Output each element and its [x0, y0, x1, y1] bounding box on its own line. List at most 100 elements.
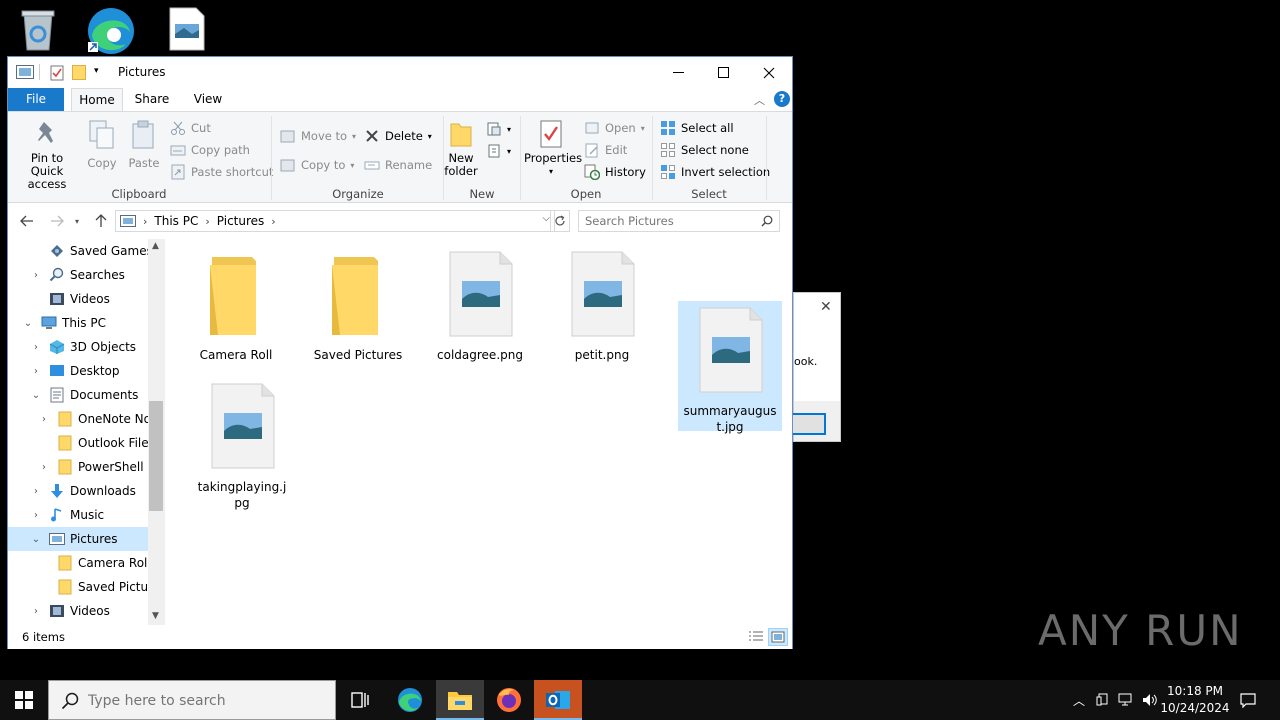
tab-share[interactable]: Share	[128, 88, 176, 111]
breadcrumb-separator-icon[interactable]: ›	[271, 215, 275, 228]
search-box[interactable]	[578, 210, 780, 232]
close-button[interactable]	[746, 57, 792, 88]
collapse-chevron-icon[interactable]: ⌄	[22, 318, 34, 329]
recycle-bin-icon[interactable]	[14, 6, 62, 54]
dialog-ok-button[interactable]	[790, 413, 826, 435]
nav-item-saved-pictures[interactable]: Saved Picture	[8, 575, 148, 599]
expand-chevron-icon[interactable]: ›	[30, 270, 42, 281]
copy-path-button[interactable]: Copy path	[170, 141, 250, 159]
collapse-ribbon-icon[interactable]: ︿	[754, 92, 765, 108]
customize-toolbar-icon[interactable]: ▾	[94, 66, 99, 76]
expand-chevron-icon[interactable]: ›	[38, 414, 50, 425]
paste-shortcut-button[interactable]: Paste shortcut	[170, 163, 273, 181]
recent-locations-icon[interactable]: ▾	[70, 211, 84, 231]
file-item-summaryaugust[interactable]: summaryaugust.jpg	[678, 301, 782, 434]
copy-to-button[interactable]: Copy to ▾	[280, 156, 354, 174]
new-item-button[interactable]: ▾	[486, 120, 511, 138]
breadcrumb-separator-icon[interactable]: ›	[143, 215, 147, 228]
notification-center-icon[interactable]	[1238, 690, 1258, 710]
nav-item-saved-games[interactable]: Saved Games	[8, 239, 148, 263]
image-file-desktop-icon[interactable]	[166, 6, 214, 54]
expand-chevron-icon[interactable]: ›	[30, 486, 42, 497]
expand-chevron-icon[interactable]: ›	[30, 342, 42, 353]
nav-item-this-pc[interactable]: ⌄ This PC	[8, 311, 148, 335]
expand-chevron-icon[interactable]: ›	[30, 606, 42, 617]
address-dropdown-icon[interactable]: ⌵	[542, 213, 550, 224]
easy-access-button[interactable]: ▾	[486, 142, 511, 160]
edit-button[interactable]: Edit	[584, 141, 627, 159]
taskbar-outlook-button[interactable]	[534, 680, 582, 720]
nav-item-onenote-notebooks[interactable]: › OneNote Not	[8, 407, 148, 431]
nav-item-powershell[interactable]: › PowerShell	[8, 455, 148, 479]
back-button[interactable]	[16, 211, 38, 231]
up-button[interactable]	[90, 211, 112, 231]
system-clock[interactable]: 10:18 PM 10/24/2024	[1158, 683, 1232, 717]
invert-selection-button[interactable]: Invert selection	[660, 163, 770, 181]
cut-button[interactable]: Cut	[170, 119, 211, 137]
dialog-close-icon[interactable]: ✕	[820, 299, 832, 315]
open-button[interactable]: Open ▾	[584, 119, 645, 137]
nav-item-3d-objects[interactable]: › 3D Objects	[8, 335, 148, 359]
device-icon[interactable]	[1093, 690, 1113, 710]
new-folder-button[interactable]: New folder	[444, 120, 478, 178]
nav-item-videos-2[interactable]: › Videos	[8, 599, 148, 623]
nav-scrollbar[interactable]: ▲ ▼	[148, 239, 165, 625]
delete-button[interactable]: Delete ▾	[364, 127, 432, 145]
volume-icon[interactable]	[1140, 690, 1160, 710]
taskbar-edge-button[interactable]	[386, 680, 434, 720]
tab-file[interactable]: File	[8, 88, 64, 111]
new-folder-quick-icon[interactable]	[72, 65, 86, 80]
collapse-chevron-icon[interactable]: ⌄	[30, 390, 42, 401]
nav-item-music[interactable]: › Music	[8, 503, 148, 527]
pin-to-quick-access-button[interactable]: Pin to Quick access	[14, 120, 80, 191]
taskbar-search-input[interactable]	[88, 692, 318, 710]
nav-item-downloads[interactable]: › Downloads	[8, 479, 148, 503]
start-button[interactable]	[0, 680, 48, 720]
move-to-button[interactable]: Move to ▾	[280, 127, 356, 145]
scroll-down-icon[interactable]: ▼	[152, 611, 159, 621]
history-button[interactable]: History	[584, 163, 646, 181]
large-icons-view-button[interactable]	[768, 628, 788, 646]
file-item-saved-pictures[interactable]: Saved Pictures	[306, 245, 410, 363]
scroll-up-icon[interactable]: ▲	[152, 241, 159, 251]
expand-chevron-icon[interactable]: ›	[30, 366, 42, 377]
breadcrumb-pictures[interactable]: Pictures	[217, 214, 265, 228]
expand-chevron-icon[interactable]: ›	[38, 462, 50, 473]
nav-item-desktop[interactable]: › Desktop	[8, 359, 148, 383]
collapse-chevron-icon[interactable]: ⌄	[30, 534, 42, 545]
network-icon[interactable]	[1116, 690, 1136, 710]
nav-item-outlook-files[interactable]: Outlook Files	[8, 431, 148, 455]
breadcrumb-separator-icon[interactable]: ›	[205, 215, 209, 228]
select-all-button[interactable]: Select all	[660, 119, 734, 137]
nav-item-searches[interactable]: › Searches	[8, 263, 148, 287]
expand-chevron-icon[interactable]: ›	[30, 510, 42, 521]
search-input[interactable]	[585, 213, 755, 229]
edge-shortcut-icon[interactable]	[86, 6, 134, 54]
taskbar-search-box[interactable]	[48, 680, 336, 720]
nav-item-videos[interactable]: Videos	[8, 287, 148, 311]
details-view-button[interactable]	[746, 628, 766, 646]
taskbar-file-explorer-button[interactable]	[436, 680, 484, 720]
file-item-petit[interactable]: petit.png	[550, 245, 654, 363]
taskbar-firefox-button[interactable]	[485, 680, 533, 720]
minimize-button[interactable]	[656, 57, 702, 88]
file-item-takingplaying[interactable]: takingplaying.jpg	[190, 377, 294, 511]
show-hidden-icons-icon[interactable]: ︿	[1069, 690, 1089, 710]
rename-button[interactable]: Rename	[364, 156, 432, 174]
forward-button[interactable]	[46, 211, 68, 231]
properties-quick-icon[interactable]	[50, 65, 64, 81]
nav-scroll-thumb[interactable]	[149, 401, 163, 511]
select-none-button[interactable]: Select none	[660, 141, 749, 159]
tab-home[interactable]: Home	[71, 88, 123, 111]
properties-button[interactable]: Properties ▾	[524, 120, 582, 178]
paste-button[interactable]: Paste	[128, 120, 160, 170]
file-item-camera-roll[interactable]: Camera Roll	[184, 245, 288, 363]
breadcrumb-this-pc[interactable]: This PC	[154, 214, 198, 228]
nav-item-documents[interactable]: ⌄ Documents	[8, 383, 148, 407]
refresh-button[interactable]	[550, 210, 570, 232]
help-icon[interactable]: ?	[774, 91, 790, 107]
nav-item-pictures[interactable]: ⌄ Pictures	[8, 527, 148, 551]
tab-view[interactable]: View	[184, 88, 232, 111]
address-bar[interactable]: › This PC › Pictures › ⌵	[115, 210, 555, 232]
file-item-coldagree[interactable]: coldagree.png	[428, 245, 532, 363]
